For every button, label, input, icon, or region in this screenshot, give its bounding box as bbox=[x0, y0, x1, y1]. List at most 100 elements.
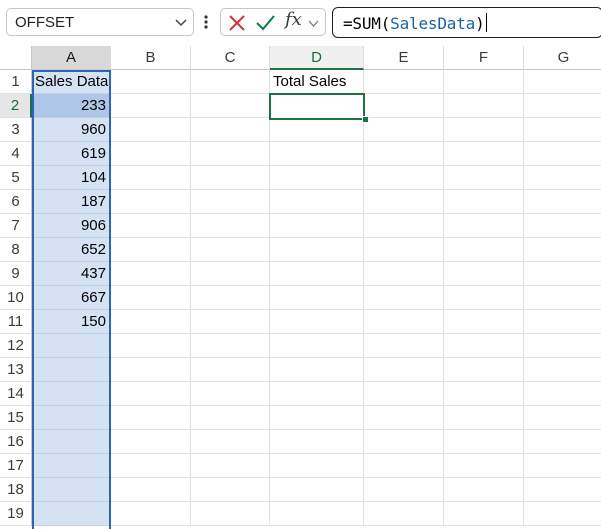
row-header-13[interactable]: 13 bbox=[0, 358, 32, 382]
cell-g16[interactable] bbox=[524, 430, 601, 454]
cell-f5[interactable] bbox=[444, 166, 524, 190]
cell-d10[interactable] bbox=[270, 286, 364, 310]
cell-b14[interactable] bbox=[111, 382, 191, 406]
cell-d1[interactable]: Total Sales bbox=[270, 70, 364, 94]
cell-e5[interactable] bbox=[364, 166, 444, 190]
cell-b4[interactable] bbox=[111, 142, 191, 166]
cell-e9[interactable] bbox=[364, 262, 444, 286]
cell-d4[interactable] bbox=[270, 142, 364, 166]
cell-e14[interactable] bbox=[364, 382, 444, 406]
cell-d8[interactable] bbox=[270, 238, 364, 262]
cell-e15[interactable] bbox=[364, 406, 444, 430]
cell-f9[interactable] bbox=[444, 262, 524, 286]
cell-a10[interactable]: 667 bbox=[32, 286, 111, 310]
cell-a6[interactable]: 187 bbox=[32, 190, 111, 214]
cell-e17[interactable] bbox=[364, 454, 444, 478]
row-header-19[interactable]: 19 bbox=[0, 502, 32, 526]
cell-b1[interactable] bbox=[111, 70, 191, 94]
formula-input[interactable]: =SUM(SalesData) bbox=[332, 7, 601, 38]
cell-e16[interactable] bbox=[364, 430, 444, 454]
cell-c8[interactable] bbox=[191, 238, 270, 262]
cell-e18[interactable] bbox=[364, 478, 444, 502]
select-all-corner[interactable] bbox=[0, 46, 32, 70]
name-box[interactable]: OFFSET bbox=[6, 8, 194, 36]
cell-b18[interactable] bbox=[111, 478, 191, 502]
row-header-7[interactable]: 7 bbox=[0, 214, 32, 238]
cell-f17[interactable] bbox=[444, 454, 524, 478]
column-header-f[interactable]: F bbox=[444, 46, 524, 70]
cell-c9[interactable] bbox=[191, 262, 270, 286]
cell-g8[interactable] bbox=[524, 238, 601, 262]
cell-d9[interactable] bbox=[270, 262, 364, 286]
cell-g3[interactable] bbox=[524, 118, 601, 142]
cell-d15[interactable] bbox=[270, 406, 364, 430]
cell-b13[interactable] bbox=[111, 358, 191, 382]
cell-a8[interactable]: 652 bbox=[32, 238, 111, 262]
cell-c19[interactable] bbox=[191, 502, 270, 526]
cell-e2[interactable] bbox=[364, 94, 444, 118]
cell-f8[interactable] bbox=[444, 238, 524, 262]
row-header-5[interactable]: 5 bbox=[0, 166, 32, 190]
cell-e12[interactable] bbox=[364, 334, 444, 358]
cell-g13[interactable] bbox=[524, 358, 601, 382]
cell-b19[interactable] bbox=[111, 502, 191, 526]
cell-b8[interactable] bbox=[111, 238, 191, 262]
cell-g15[interactable] bbox=[524, 406, 601, 430]
cell-b10[interactable] bbox=[111, 286, 191, 310]
column-header-e[interactable]: E bbox=[364, 46, 444, 70]
cell-f14[interactable] bbox=[444, 382, 524, 406]
cell-d12[interactable] bbox=[270, 334, 364, 358]
cell-e1[interactable] bbox=[364, 70, 444, 94]
row-header-4[interactable]: 4 bbox=[0, 142, 32, 166]
row-header-14[interactable]: 14 bbox=[0, 382, 32, 406]
row-header-11[interactable]: 11 bbox=[0, 310, 32, 334]
cell-g10[interactable] bbox=[524, 286, 601, 310]
cell-g9[interactable] bbox=[524, 262, 601, 286]
cell-d14[interactable] bbox=[270, 382, 364, 406]
row-header-3[interactable]: 3 bbox=[0, 118, 32, 142]
cell-e11[interactable] bbox=[364, 310, 444, 334]
row-header-16[interactable]: 16 bbox=[0, 430, 32, 454]
cell-c7[interactable] bbox=[191, 214, 270, 238]
cell-a4[interactable]: 619 bbox=[32, 142, 111, 166]
cell-a7[interactable]: 906 bbox=[32, 214, 111, 238]
cell-c10[interactable] bbox=[191, 286, 270, 310]
cell-e3[interactable] bbox=[364, 118, 444, 142]
cell-f11[interactable] bbox=[444, 310, 524, 334]
cell-g17[interactable] bbox=[524, 454, 601, 478]
cell-f1[interactable] bbox=[444, 70, 524, 94]
cell-c13[interactable] bbox=[191, 358, 270, 382]
cell-d6[interactable] bbox=[270, 190, 364, 214]
cell-g4[interactable] bbox=[524, 142, 601, 166]
cell-b9[interactable] bbox=[111, 262, 191, 286]
row-header-17[interactable]: 17 bbox=[0, 454, 32, 478]
cell-g2[interactable] bbox=[524, 94, 601, 118]
cell-b15[interactable] bbox=[111, 406, 191, 430]
cell-b16[interactable] bbox=[111, 430, 191, 454]
cell-b7[interactable] bbox=[111, 214, 191, 238]
row-header-12[interactable]: 12 bbox=[0, 334, 32, 358]
cell-b12[interactable] bbox=[111, 334, 191, 358]
cell-f13[interactable] bbox=[444, 358, 524, 382]
cell-b17[interactable] bbox=[111, 454, 191, 478]
row-header-1[interactable]: 1 bbox=[0, 70, 32, 94]
column-header-d[interactable]: D bbox=[270, 46, 364, 70]
cell-a18[interactable] bbox=[32, 478, 111, 502]
cell-g11[interactable] bbox=[524, 310, 601, 334]
cell-a5[interactable]: 104 bbox=[32, 166, 111, 190]
cell-a11[interactable]: 150 bbox=[32, 310, 111, 334]
cell-a14[interactable] bbox=[32, 382, 111, 406]
cell-e6[interactable] bbox=[364, 190, 444, 214]
row-header-8[interactable]: 8 bbox=[0, 238, 32, 262]
cell-c5[interactable] bbox=[191, 166, 270, 190]
cell-g18[interactable] bbox=[524, 478, 601, 502]
row-header-9[interactable]: 9 bbox=[0, 262, 32, 286]
row-header-18[interactable]: 18 bbox=[0, 478, 32, 502]
cell-a9[interactable]: 437 bbox=[32, 262, 111, 286]
cell-e10[interactable] bbox=[364, 286, 444, 310]
cell-a17[interactable] bbox=[32, 454, 111, 478]
cell-e7[interactable] bbox=[364, 214, 444, 238]
x-icon[interactable] bbox=[226, 12, 248, 34]
cell-b2[interactable] bbox=[111, 94, 191, 118]
cell-a3[interactable]: 960 bbox=[32, 118, 111, 142]
